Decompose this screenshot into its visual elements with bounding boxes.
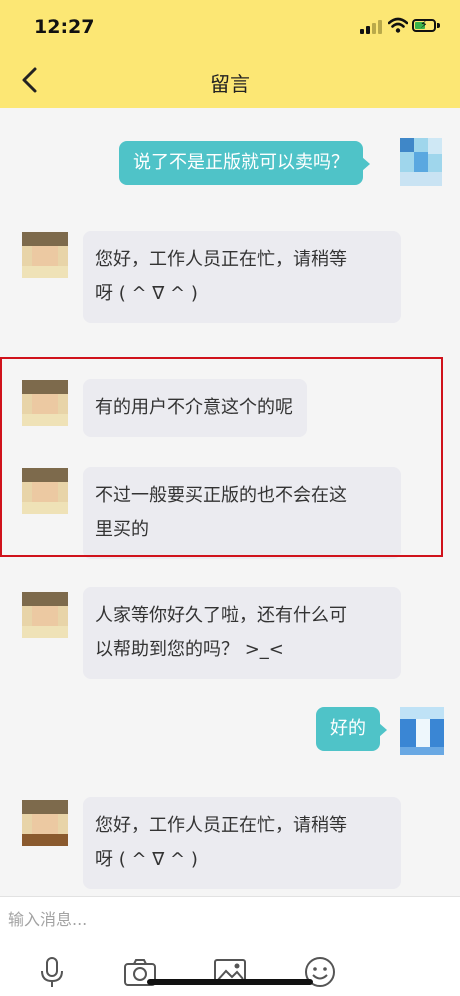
message-bubble-incoming[interactable]: 您好，工作人员正在忙，请稍等 呀 ( ^ ∇ ^ ) bbox=[83, 797, 401, 889]
agent-avatar[interactable] bbox=[22, 380, 68, 426]
message-bubble-incoming[interactable]: 不过一般要买正版的也不会在这 里买的 bbox=[83, 467, 401, 559]
agent-avatar[interactable] bbox=[22, 800, 68, 846]
wifi-icon bbox=[388, 17, 408, 33]
message-input[interactable] bbox=[0, 897, 456, 941]
home-indicator[interactable] bbox=[147, 979, 313, 985]
bottom-toolbar bbox=[0, 942, 460, 996]
page-title: 留言 bbox=[210, 72, 250, 96]
message-text: 呀 ( ^ ∇ ^ ) bbox=[95, 849, 198, 870]
message-text: 不过一般要买正版的也不会在这 bbox=[95, 485, 347, 506]
message-text: 呀 ( ^ ∇ ^ ) bbox=[95, 283, 198, 304]
message-text: 好的 bbox=[330, 718, 366, 739]
agent-avatar[interactable] bbox=[22, 592, 68, 638]
message-bubble-incoming[interactable]: 人家等你好久了啦，还有什么可 以帮助到您的吗？ >_< bbox=[83, 587, 401, 679]
message-text: 说了不是正版就可以卖吗？ bbox=[133, 152, 349, 173]
cellular-signal-icon bbox=[360, 20, 382, 34]
user-avatar[interactable] bbox=[400, 707, 444, 755]
message-text: 您好，工作人员正在忙，请稍等 bbox=[95, 815, 347, 836]
battery-tip bbox=[437, 23, 440, 28]
header-bar: 12:27 ⚡ 留言 bbox=[0, 0, 460, 108]
message-text: 有的用户不介意这个的呢 bbox=[95, 397, 293, 418]
message-text: 以帮助到您的吗？ >_< bbox=[95, 639, 284, 660]
message-bubble-incoming[interactable]: 有的用户不介意这个的呢 bbox=[83, 379, 307, 437]
message-bubble-outgoing[interactable]: 好的 bbox=[316, 707, 387, 751]
message-bubble-incoming[interactable]: 您好，工作人员正在忙，请稍等 呀 ( ^ ∇ ^ ) bbox=[83, 231, 401, 323]
agent-avatar[interactable] bbox=[22, 468, 68, 514]
message-text: 里买的 bbox=[95, 519, 149, 540]
message-input-bar bbox=[0, 896, 460, 943]
message-text: 人家等你好久了啦，还有什么可 bbox=[95, 605, 347, 626]
message-text: 您好，工作人员正在忙，请稍等 bbox=[95, 249, 347, 270]
status-time: 12:27 bbox=[34, 16, 95, 38]
message-bubble-outgoing[interactable]: 说了不是正版就可以卖吗？ bbox=[119, 141, 370, 185]
user-avatar[interactable] bbox=[400, 138, 442, 186]
battery-icon: ⚡ bbox=[412, 18, 436, 32]
agent-avatar[interactable] bbox=[22, 232, 68, 278]
microphone-icon[interactable] bbox=[34, 954, 70, 990]
